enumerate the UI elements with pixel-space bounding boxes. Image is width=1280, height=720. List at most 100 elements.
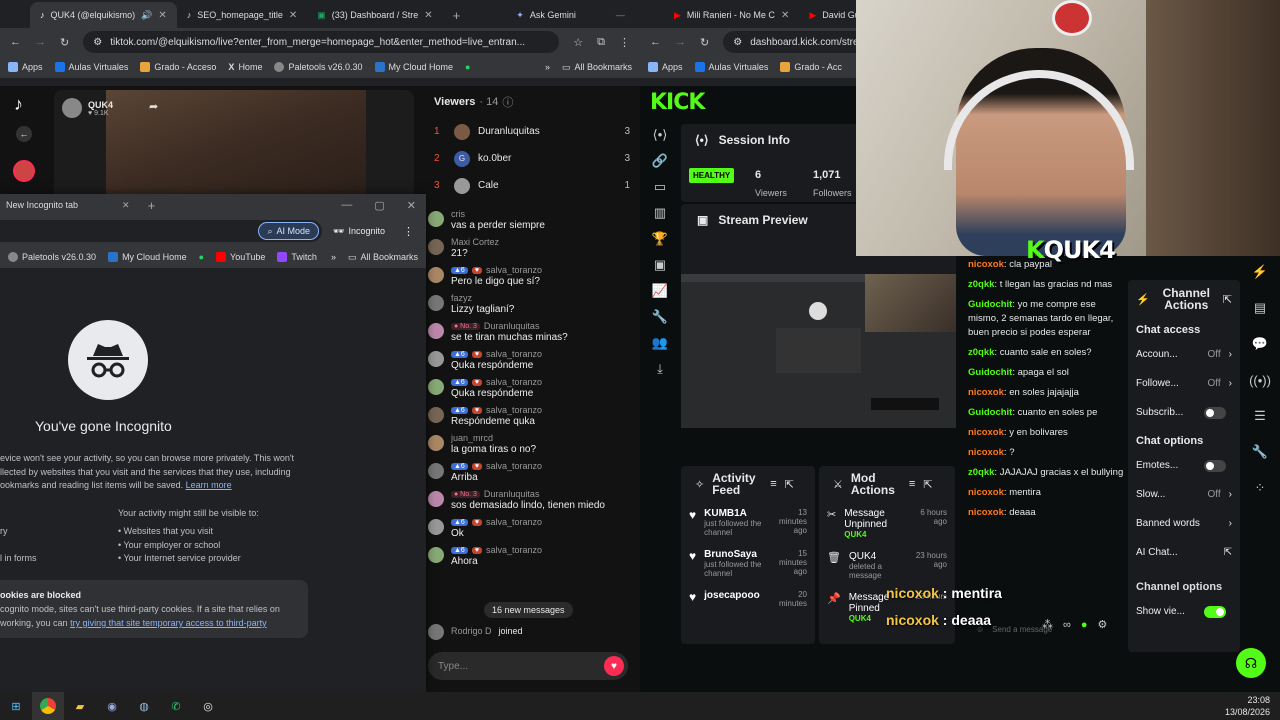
list-icon[interactable]: ☰ bbox=[1244, 398, 1276, 434]
kick-chat-username[interactable]: nicoxok bbox=[968, 507, 1004, 518]
bookmark-aulas[interactable]: Aulas Virtuales bbox=[694, 62, 768, 72]
chat-username[interactable]: salva_toranzo bbox=[486, 545, 542, 555]
gift-heart-icon[interactable]: ♥ bbox=[604, 656, 624, 676]
lightning-icon[interactable]: ⚡ bbox=[1244, 254, 1276, 290]
chat-username[interactable]: salva_toranzo bbox=[486, 265, 542, 275]
setting-toggle[interactable] bbox=[1204, 459, 1226, 472]
avatar[interactable] bbox=[428, 323, 444, 339]
reload-icon[interactable]: ↻ bbox=[60, 36, 69, 49]
video-icon[interactable]: ▣ bbox=[642, 252, 678, 278]
show-viewers-toggle[interactable] bbox=[1204, 605, 1226, 618]
window-icon[interactable]: ▭ bbox=[642, 174, 678, 200]
live-video[interactable]: QUK4 ♥ 9.1K ➦ bbox=[54, 90, 414, 200]
bookmark-paletools[interactable]: Paletools v26.0.30 bbox=[8, 252, 96, 262]
chat-username[interactable]: salva_toranzo bbox=[486, 405, 542, 415]
chat-bubble-icon[interactable]: 💬 bbox=[1244, 326, 1276, 362]
viewer-row[interactable]: 2 Gko.0ber 3 bbox=[424, 145, 640, 172]
kick-chat-username[interactable]: nicoxok bbox=[968, 427, 1004, 438]
avatar[interactable] bbox=[428, 547, 444, 563]
bookmark-mycloud[interactable]: My Cloud Home bbox=[374, 62, 453, 72]
back-icon[interactable]: ← bbox=[650, 36, 661, 48]
host-avatar[interactable] bbox=[62, 98, 82, 118]
settings-gear-icon[interactable]: ⚙ bbox=[1098, 618, 1108, 631]
forward-icon[interactable]: → bbox=[35, 36, 46, 48]
whatsapp-icon[interactable]: ● bbox=[199, 252, 204, 262]
site-info-icon[interactable]: ⚙ bbox=[93, 37, 102, 48]
obs-icon[interactable]: ◎ bbox=[192, 692, 224, 720]
kick-green-icon[interactable]: ● bbox=[1081, 619, 1088, 631]
more-bookmarks-icon[interactable]: » bbox=[545, 62, 550, 72]
chrome-icon[interactable] bbox=[32, 692, 64, 720]
channel-setting-row[interactable]: Followe... Off › bbox=[1136, 369, 1232, 398]
taskbar-clock[interactable]: 23:08 13/08/2026 bbox=[1225, 694, 1270, 718]
stream-icon[interactable]: ⟨•⟩ bbox=[642, 122, 678, 148]
steam-icon[interactable]: ◍ bbox=[128, 692, 160, 720]
viewer-row[interactable]: 3 Cale 1 bbox=[424, 172, 640, 199]
stream-preview-video[interactable] bbox=[681, 274, 956, 428]
forward-icon[interactable]: → bbox=[675, 36, 686, 48]
download-icon[interactable]: ⤓ bbox=[642, 356, 678, 382]
bookmark-grado[interactable]: Grado - Acceso bbox=[140, 62, 216, 72]
avatar[interactable] bbox=[428, 491, 444, 507]
bookmark-apps[interactable]: Apps bbox=[8, 62, 43, 72]
kick-chat-username[interactable]: z0qkk bbox=[968, 279, 994, 290]
tab-mili-ranieri[interactable]: ▶ Mili Ranieri - No Me C ✕ bbox=[664, 2, 799, 28]
popout-icon[interactable]: ⇱ bbox=[785, 478, 794, 491]
avatar[interactable] bbox=[428, 407, 444, 423]
activity-name[interactable]: josecapooo bbox=[704, 590, 765, 601]
doc-icon[interactable]: ▤ bbox=[1244, 290, 1276, 326]
close-tab-icon[interactable]: ✕ bbox=[424, 10, 432, 21]
chat-input[interactable]: Type... ☺ bbox=[428, 652, 628, 680]
bookmark-twitch[interactable]: Twitch bbox=[277, 252, 317, 262]
chat-username[interactable]: Duranluquitas bbox=[484, 321, 540, 331]
kick-chat-username[interactable]: Guidochit bbox=[968, 299, 1012, 310]
infinity-icon[interactable]: ∞ bbox=[1063, 619, 1071, 631]
kick-logo[interactable]: KICK bbox=[650, 90, 705, 115]
star-icon[interactable]: ☆ bbox=[573, 36, 583, 49]
activity-name[interactable]: KUMB1A bbox=[704, 508, 765, 519]
channel-setting-row[interactable]: Accoun... Off › bbox=[1136, 340, 1232, 369]
speaker-icon[interactable]: 🔊 bbox=[141, 10, 152, 21]
new-tab-plus-icon[interactable]: + bbox=[148, 198, 156, 213]
kick-chat-username[interactable]: Guidochit bbox=[968, 407, 1012, 418]
chat-username[interactable]: Duranluquitas bbox=[484, 489, 540, 499]
tool-icon[interactable]: 🔧 bbox=[1244, 434, 1276, 470]
popout-icon[interactable]: ⇱ bbox=[1223, 293, 1232, 306]
share-icon[interactable]: ➦ bbox=[149, 100, 158, 113]
filter-icon[interactable]: ≡ bbox=[770, 478, 776, 490]
kick-chat-username[interactable]: nicoxok bbox=[968, 259, 1004, 270]
close-tab-icon[interactable]: ✕ bbox=[122, 200, 130, 211]
bookmark-home[interactable]: X Home bbox=[228, 62, 262, 72]
bookmark-grado[interactable]: Grado - Acc bbox=[780, 62, 842, 72]
more-bookmarks-icon[interactable]: » bbox=[331, 252, 336, 262]
channel-setting-row[interactable]: Banned words › bbox=[1136, 509, 1232, 538]
kick-chat-username[interactable]: z0qkk bbox=[968, 347, 994, 358]
new-tab-button[interactable]: + bbox=[443, 2, 471, 28]
chat-username[interactable]: Maxi Cortez bbox=[451, 237, 499, 247]
avatar[interactable] bbox=[428, 435, 444, 451]
channel-setting-row[interactable]: AI Chat... ⇱ bbox=[1136, 538, 1232, 567]
avatar[interactable] bbox=[428, 351, 444, 367]
tab-dashboard[interactable]: ▣ (33) Dashboard / Stre ✕ bbox=[307, 2, 442, 28]
avatar[interactable] bbox=[428, 463, 444, 479]
incognito-indicator[interactable]: 🕶 Incognito bbox=[333, 226, 385, 237]
all-bookmarks[interactable]: ▭ All Bookmarks bbox=[348, 252, 418, 263]
ask-gemini-button[interactable]: ✦ Ask Gemini bbox=[506, 2, 586, 28]
menu-icon[interactable]: ⋮ bbox=[619, 36, 630, 49]
bookmark-youtube[interactable]: YouTube bbox=[216, 252, 265, 262]
address-bar[interactable]: ⚙ tiktok.com/@elquikismo/live?enter_from… bbox=[83, 31, 560, 53]
avatar[interactable] bbox=[428, 211, 444, 227]
link-icon[interactable]: 🔗 bbox=[642, 148, 678, 174]
kick-chat-username[interactable]: z0qkk bbox=[968, 467, 994, 478]
channel-setting-row[interactable]: Emotes... bbox=[1136, 451, 1232, 480]
tab-tiktok[interactable]: ♪ QUK4 (@elquikismo) 🔊 ✕ bbox=[30, 2, 177, 28]
incognito-tab[interactable]: New Incognito tab ✕ bbox=[0, 194, 136, 216]
reload-icon[interactable]: ↻ bbox=[700, 36, 709, 49]
viewer-row[interactable]: 1 Duranluquitas 3 bbox=[424, 118, 640, 145]
wrench-icon[interactable]: 🔧 bbox=[642, 304, 678, 330]
channel-setting-row[interactable]: Slow... Off › bbox=[1136, 480, 1232, 509]
analytics-icon[interactable]: 📈 bbox=[642, 278, 678, 304]
avatar[interactable] bbox=[428, 295, 444, 311]
activity-name[interactable]: BrunoSaya bbox=[704, 549, 765, 560]
chat-username[interactable]: salva_toranzo bbox=[486, 349, 542, 359]
